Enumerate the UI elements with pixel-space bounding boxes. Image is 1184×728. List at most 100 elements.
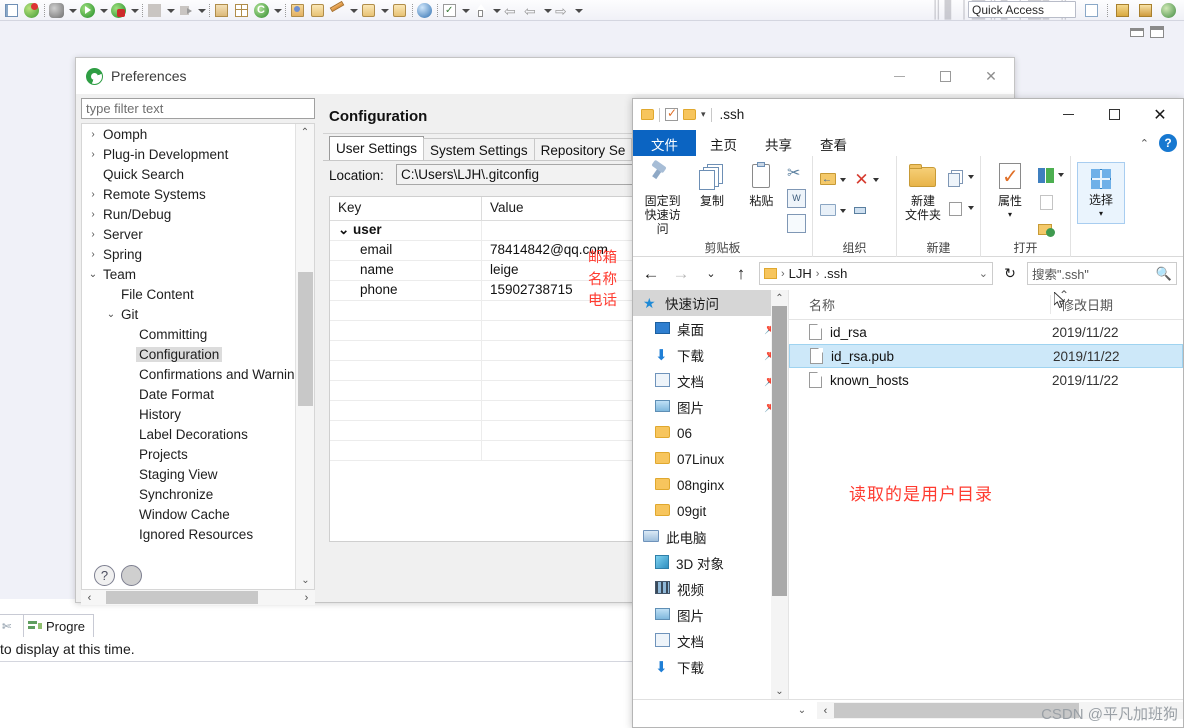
configuration-tabs[interactable]: User Settings System Settings Repository S… [329, 136, 633, 161]
chevron-down-icon[interactable] [491, 1, 502, 20]
sidebar-item-content[interactable]: 09git [633, 498, 788, 524]
history-button[interactable] [1037, 218, 1064, 240]
chevron-down-icon[interactable] [272, 1, 283, 20]
chevron-down-icon[interactable]: ⌄ [86, 269, 100, 280]
tree-item[interactable]: Committing [82, 324, 296, 344]
open-file-icon[interactable] [359, 1, 378, 20]
tab-repository-se[interactable]: Repository Se [533, 138, 633, 161]
file-row[interactable]: id_rsa.pub 2019/11/22 [789, 344, 1183, 368]
open-type-icon[interactable] [288, 1, 307, 20]
ribbon-group-items[interactable]: ✓ 属性 ▾ [981, 156, 1070, 240]
open-folder-icon[interactable] [390, 1, 409, 20]
chevron-down-icon[interactable] [968, 206, 974, 210]
tree-vertical-scrollbar[interactable]: ⌃ ⌄ [295, 124, 314, 589]
explorer-file-list[interactable]: 名称 修改日期 id_rsa 2019/11/22 id_rsa.pub 2019/1… [788, 288, 1183, 699]
collapse-ribbon-icon[interactable]: ⌃ [1140, 137, 1149, 150]
preferences-minimize-button[interactable] [876, 58, 922, 94]
back-history-icon[interactable]: ⇦ [522, 1, 541, 20]
debug-icon[interactable] [47, 1, 66, 20]
ide-maximize-button[interactable] [1150, 26, 1164, 38]
paste-button[interactable]: 粘贴 [738, 160, 785, 208]
new-small-commands[interactable] [947, 160, 974, 219]
sidebar-list[interactable]: ★快速访问桌面📌⬇下载📌文档📌图片📌0607Linux08nginx09git此… [633, 290, 788, 680]
chevron-down-icon[interactable] [840, 208, 846, 213]
new-folder-icon[interactable] [683, 109, 696, 120]
save-icon[interactable] [22, 1, 41, 20]
ide-minimize-button[interactable] [1130, 27, 1144, 37]
forward-icon[interactable]: ⇨ [553, 1, 572, 20]
chevron-down-icon[interactable] [67, 1, 78, 20]
scroll-down-icon[interactable]: ⌄ [793, 702, 811, 719]
tree-item[interactable]: ⌄ Team [82, 264, 296, 284]
refresh-icon[interactable]: ↻ [999, 265, 1021, 282]
ribbon-tab-1[interactable]: 主页 [696, 130, 751, 156]
sidebar-item-桌面[interactable]: 桌面📌 [633, 316, 788, 342]
open-button[interactable] [1037, 164, 1064, 186]
ribbon-group-items[interactable]: 固定到 快速访问 复制 粘贴 ✂ W [633, 156, 812, 236]
up-icon[interactable]: ↑ [729, 264, 753, 284]
chevron-down-icon[interactable] [573, 1, 584, 20]
scroll-down-icon[interactable]: ⌄ [771, 683, 788, 699]
chevron-down-icon[interactable]: ▾ [701, 109, 706, 120]
chevron-right-icon[interactable]: › [86, 209, 100, 220]
tree-item[interactable]: › Plug-in Development [82, 144, 296, 164]
ribbon-tab-3[interactable]: 查看 [806, 130, 861, 156]
tree-item[interactable]: Staging View [82, 464, 296, 484]
explorer-maximize-button[interactable] [1091, 99, 1137, 130]
tree-item[interactable]: History [82, 404, 296, 424]
ribbon-group-items[interactable]: 选择 ▾ [1071, 156, 1131, 224]
file-row[interactable]: id_rsa 2019/11/22 [789, 320, 1183, 344]
tab-close-area[interactable]: ✄ [0, 614, 24, 637]
sidebar-item-下载[interactable]: ⬇ 下载 [633, 654, 788, 680]
breadcrumb-item-0[interactable]: LJH [789, 266, 812, 281]
sidebar-item-09git[interactable]: 09git [633, 498, 788, 524]
chevron-down-icon[interactable] [1058, 173, 1064, 177]
chevron-down-icon[interactable]: ⌄ [104, 309, 118, 320]
ribbon-tabs[interactable]: 文件 主页 共享 查看 ⌃ ? [633, 130, 1183, 156]
scroll-up-icon[interactable]: ⌃ [296, 124, 314, 141]
search-box[interactable]: 搜索".ssh" 🔍 [1027, 262, 1177, 285]
tree-item[interactable]: Synchronize [82, 484, 296, 504]
ribbon-group-items[interactable]: ← ✕ [813, 156, 896, 220]
search-icon[interactable]: 🔍 [1156, 266, 1172, 282]
sidebar-item-content[interactable]: ★ 快速访问 [633, 290, 788, 316]
explorer-navigation-bar[interactable]: ← → ⌄ ↑ › LJH › .ssh ⌄ ↻ 搜索".ssh" 🔍 [633, 257, 1183, 290]
restore-defaults-button[interactable] [121, 565, 142, 586]
chevron-right-icon[interactable]: › [86, 129, 100, 140]
chevron-right-icon[interactable]: › [86, 249, 100, 260]
tree-item[interactable]: Label Decorations [82, 424, 296, 444]
preferences-maximize-button[interactable] [922, 58, 968, 94]
tree-item[interactable]: Projects [82, 444, 296, 464]
scrollbar-thumb[interactable] [298, 272, 313, 406]
sidebar-item-content[interactable]: 06 [633, 420, 788, 446]
sidebar-scrollbar[interactable]: ⌃ ⌄ [771, 290, 788, 699]
explorer-close-button[interactable]: ✕ [1137, 99, 1183, 130]
tree-item[interactable]: Window Cache [82, 504, 296, 524]
chevron-down-icon[interactable] [840, 177, 846, 182]
sidebar-item-06[interactable]: 06 [633, 420, 788, 446]
ide-window-controls[interactable] [1130, 24, 1176, 40]
tree-item[interactable]: › Spring [82, 244, 296, 264]
new-class-icon[interactable]: C [252, 1, 271, 20]
tab-user-settings[interactable]: User Settings [329, 136, 425, 161]
tree-item[interactable]: File Content [82, 284, 296, 304]
new-wizard-icon[interactable] [2, 1, 21, 20]
open-small-commands[interactable] [1037, 160, 1064, 240]
column-header-name[interactable]: 名称 [789, 295, 1051, 314]
sidebar-item-3D 对象[interactable]: 3D 对象 [633, 550, 788, 576]
copy-to-button[interactable] [819, 201, 846, 220]
chevron-down-icon[interactable] [98, 1, 109, 20]
new-java-project-icon[interactable] [212, 1, 231, 20]
sidebar-item-下载[interactable]: ⬇下载📌 [633, 342, 788, 368]
sidebar-item-此电脑[interactable]: 此电脑 [633, 524, 788, 550]
chevron-right-icon[interactable]: › [86, 229, 100, 240]
preferences-tree[interactable]: › Oomph › Plug-in Development Quick Search › R… [81, 123, 315, 590]
preferences-close-button[interactable]: ✕ [968, 58, 1014, 94]
perspective-java-icon[interactable] [1082, 1, 1101, 20]
recent-locations-icon[interactable]: ⌄ [699, 267, 723, 280]
new-folder-button[interactable]: 新建 文件夹 [903, 160, 943, 222]
stop-icon[interactable] [145, 1, 164, 20]
ribbon-tab-actions[interactable]: ⌃ ? [1140, 134, 1177, 152]
sidebar-item-content[interactable]: 文档 [633, 628, 788, 654]
sidebar-item-content[interactable]: 07Linux [633, 446, 788, 472]
